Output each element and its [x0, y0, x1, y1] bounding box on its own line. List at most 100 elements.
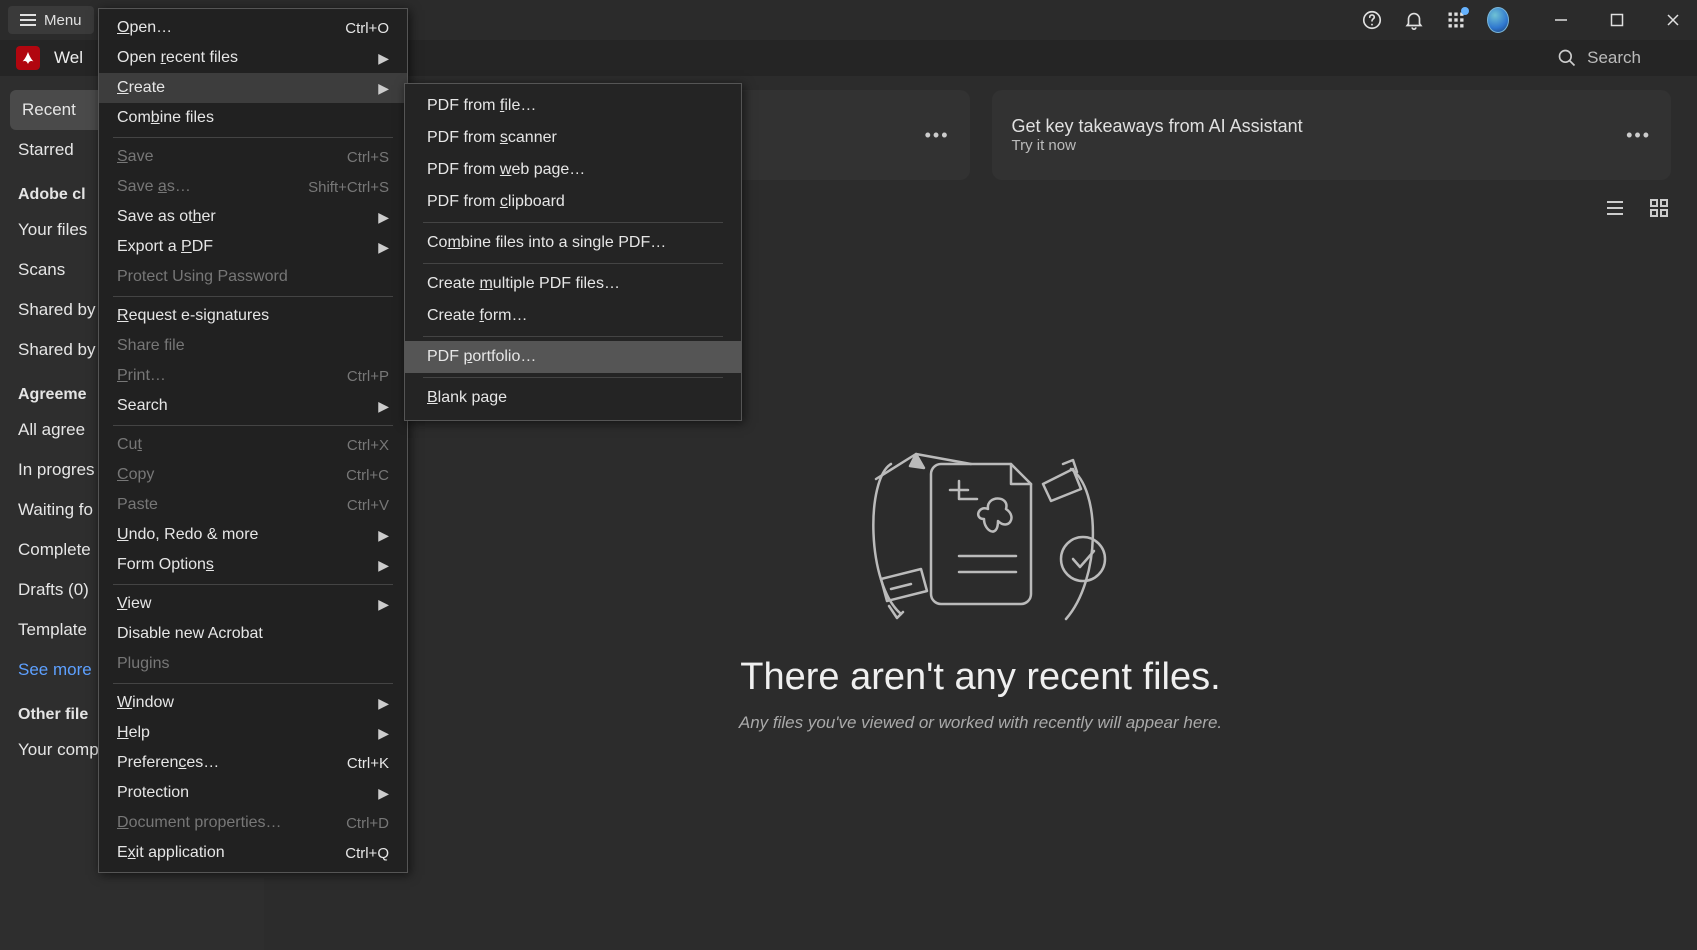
title-bar-right [1361, 4, 1689, 36]
search-icon [1557, 48, 1577, 68]
menu-item-label: Undo, Redo & more [117, 526, 258, 544]
empty-sub: Any files you've viewed or worked with r… [739, 713, 1222, 733]
chevron-right-icon: ▶ [378, 695, 389, 712]
grid-view-icon[interactable] [1647, 196, 1671, 220]
menu-item-label: View [117, 595, 151, 613]
menu-item: Paste Ctrl+V [99, 490, 407, 520]
hamburger-icon [20, 14, 36, 26]
menu-item-label: PDF from web page… [427, 161, 585, 179]
card-text: Get key takeaways from AI Assistant Try … [1012, 116, 1303, 154]
menu-item-label: Open… [117, 19, 172, 37]
window-controls [1545, 4, 1689, 36]
menu-item[interactable]: Create form… [405, 300, 741, 332]
menu-item-label: Export a PDF [117, 238, 213, 256]
menu-separator [113, 296, 393, 297]
menu-shortcut: Ctrl+P [347, 368, 389, 385]
menu-item-label: Create [117, 79, 165, 97]
menu-item-label: Open recent files [117, 49, 238, 67]
menu-item: Print… Ctrl+P [99, 361, 407, 391]
menu-item-label: Share file [117, 337, 185, 355]
menu-item[interactable]: PDF from clipboard [405, 186, 741, 218]
menu-item[interactable]: Save as other▶ [99, 202, 407, 232]
menu-item[interactable]: Open recent files ▶ [99, 43, 407, 73]
menu-item-label: Combine files [117, 109, 214, 127]
chevron-right-icon: ▶ [378, 239, 389, 256]
card-sub: Try it now [1012, 137, 1303, 154]
profile-avatar[interactable] [1487, 9, 1509, 31]
chevron-right-icon: ▶ [378, 596, 389, 613]
menu-item[interactable]: Create multiple PDF files… [405, 268, 741, 300]
bell-icon[interactable] [1403, 9, 1425, 31]
menu-button-label: Menu [44, 12, 82, 29]
chevron-right-icon: ▶ [378, 557, 389, 574]
menu-item[interactable]: View ▶ [99, 589, 407, 619]
menu-item-label: Save as… [117, 178, 191, 196]
menu-item-label: Combine files into a single PDF… [427, 234, 666, 252]
create-submenu: PDF from file…PDF from scanner PDF from w… [404, 83, 742, 421]
menu-item-label: Preferences… [117, 754, 219, 772]
help-icon[interactable] [1361, 9, 1383, 31]
menu-shortcut: Shift+Ctrl+S [308, 179, 389, 196]
minimize-button[interactable] [1545, 4, 1577, 36]
menu-item-label: PDF from clipboard [427, 193, 565, 211]
menu-item-label: Form Options [117, 556, 214, 574]
menu-item-label: Cut [117, 436, 142, 454]
chevron-right-icon: ▶ [378, 80, 389, 97]
menu-item: Save Ctrl+S [99, 142, 407, 172]
menu-item[interactable]: Search▶ [99, 391, 407, 421]
empty-heading: There aren't any recent files. [740, 656, 1220, 699]
menu-item[interactable]: Protection▶ [99, 778, 407, 808]
more-icon[interactable]: ••• [1626, 125, 1651, 146]
chevron-right-icon: ▶ [378, 785, 389, 802]
menu-item[interactable]: PDF from scanner [405, 122, 741, 154]
close-button[interactable] [1657, 4, 1689, 36]
menu-item[interactable]: PDF from file… [405, 90, 741, 122]
menu-item[interactable]: Disable new Acrobat [99, 619, 407, 649]
card-ai-assistant[interactable]: Get key takeaways from AI Assistant Try … [992, 90, 1672, 180]
menu-item[interactable]: Combine files [99, 103, 407, 133]
more-icon[interactable]: ••• [925, 125, 950, 146]
menu-item[interactable]: Combine files into a single PDF… [405, 227, 741, 259]
maximize-button[interactable] [1601, 4, 1633, 36]
menu-shortcut: Ctrl+D [346, 815, 389, 832]
search-placeholder: Search [1587, 48, 1641, 68]
menu-item-label: Exit application [117, 844, 225, 862]
menu-shortcut: Ctrl+C [346, 467, 389, 484]
menu-item[interactable]: PDF from web page… [405, 154, 741, 186]
menu-item-label: Copy [117, 466, 154, 484]
menu-item: Copy Ctrl+C [99, 460, 407, 490]
menu-item[interactable]: Request e-signatures [99, 301, 407, 331]
menu-item-label: Plugins [117, 655, 169, 673]
main-menu: Open…Ctrl+O Open recent files ▶ Create ▶ Comb… [98, 8, 408, 873]
menu-shortcut: Ctrl+V [347, 497, 389, 514]
menu-item[interactable]: Form Options ▶ [99, 550, 407, 580]
menu-item[interactable]: Undo, Redo & more ▶ [99, 520, 407, 550]
apps-icon[interactable] [1445, 9, 1467, 31]
search-box[interactable]: Search [1557, 48, 1681, 68]
menu-item-label: Print… [117, 367, 166, 385]
menu-item-label: Paste [117, 496, 158, 514]
menu-shortcut: Ctrl+S [347, 149, 389, 166]
chevron-right-icon: ▶ [378, 527, 389, 544]
menu-button[interactable]: Menu [8, 6, 94, 34]
chevron-right-icon: ▶ [378, 50, 389, 67]
menu-item[interactable]: Window ▶ [99, 688, 407, 718]
menu-item-label: Window [117, 694, 174, 712]
menu-item-label: Document properties… [117, 814, 282, 832]
menu-item[interactable]: Help▶ [99, 718, 407, 748]
menu-item-label: Search [117, 397, 168, 415]
list-view-icon[interactable] [1603, 196, 1627, 220]
menu-shortcut: Ctrl+X [347, 437, 389, 454]
menu-item[interactable]: Exit applicationCtrl+Q [99, 838, 407, 868]
menu-separator [423, 263, 723, 264]
menu-item[interactable]: Blank page [405, 382, 741, 414]
menu-item-label: Save [117, 148, 153, 166]
menu-item-label: Save as other [117, 208, 216, 226]
menu-item[interactable]: Create ▶ [99, 73, 407, 103]
menu-item[interactable]: Open…Ctrl+O [99, 13, 407, 43]
menu-item[interactable]: Preferences…Ctrl+K [99, 748, 407, 778]
menu-item[interactable]: PDF portfolio… [405, 341, 741, 373]
menu-item-label: Request e-signatures [117, 307, 269, 325]
menu-item-label: Blank page [427, 389, 507, 407]
menu-item[interactable]: Export a PDF ▶ [99, 232, 407, 262]
